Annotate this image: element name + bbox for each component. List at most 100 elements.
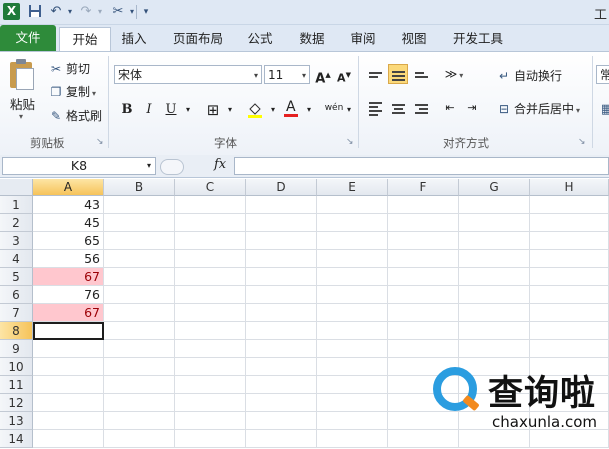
cell-d10[interactable] (246, 358, 317, 376)
format-painter-button[interactable]: ✎ 格式刷 (48, 107, 102, 125)
number-format-combo[interactable]: 常 (596, 65, 609, 84)
merge-dropdown-icon[interactable]: ▾ (576, 106, 580, 115)
row-header-4[interactable]: 4 (0, 250, 33, 268)
tab-developer[interactable]: 开发工具 (446, 27, 510, 51)
column-header-g[interactable]: G (459, 179, 530, 196)
cell-e6[interactable] (317, 286, 388, 304)
tab-view[interactable]: 视图 (394, 27, 434, 51)
align-center-button[interactable] (388, 98, 408, 118)
undo-dropdown-icon[interactable]: ▾ (62, 4, 78, 20)
align-middle-button[interactable] (388, 64, 408, 84)
name-box-dropdown-icon[interactable]: ▾ (147, 158, 151, 174)
tab-review[interactable]: 审阅 (343, 27, 383, 51)
fill-color-icon[interactable] (246, 100, 264, 118)
cell-h2[interactable] (530, 214, 609, 232)
cell-c9[interactable] (175, 340, 246, 358)
cell-f6[interactable] (388, 286, 459, 304)
cell-b11[interactable] (104, 376, 175, 394)
cell-a1[interactable]: 43 (33, 196, 104, 214)
customize-qat-icon[interactable]: ▾ (138, 4, 154, 20)
paste-icon[interactable] (8, 58, 36, 90)
cell-a12[interactable] (33, 394, 104, 412)
cell-a6[interactable]: 76 (33, 286, 104, 304)
cell-g7[interactable] (459, 304, 530, 322)
insert-function-icon[interactable]: fx (214, 157, 226, 172)
row-header-5[interactable]: 5 (0, 268, 33, 286)
bold-button[interactable]: B (118, 101, 136, 119)
copy-button[interactable]: ❐ 复制 ▾ (48, 83, 96, 101)
cell-b6[interactable] (104, 286, 175, 304)
redo-dropdown-icon[interactable]: ▾ (92, 4, 108, 20)
cell-d1[interactable] (246, 196, 317, 214)
row-header-10[interactable]: 10 (0, 358, 33, 376)
cell-g9[interactable] (459, 340, 530, 358)
row-header-3[interactable]: 3 (0, 232, 33, 250)
cell-f3[interactable] (388, 232, 459, 250)
cell-a7[interactable]: 67 (33, 304, 104, 322)
cell-e1[interactable] (317, 196, 388, 214)
cell-c2[interactable] (175, 214, 246, 232)
row-header-12[interactable]: 12 (0, 394, 33, 412)
column-header-h[interactable]: H (530, 179, 609, 196)
formula-input[interactable] (234, 157, 609, 175)
cell-d3[interactable] (246, 232, 317, 250)
alignment-launcher-icon[interactable]: ↘ (578, 138, 587, 147)
borders-dropdown-icon[interactable]: ▾ (221, 101, 239, 119)
cell-e11[interactable] (317, 376, 388, 394)
cell-b5[interactable] (104, 268, 175, 286)
formula-bar-grip[interactable] (160, 159, 184, 175)
cell-c10[interactable] (175, 358, 246, 376)
cell-c6[interactable] (175, 286, 246, 304)
cell-d14[interactable] (246, 430, 317, 448)
cell-a10[interactable] (33, 358, 104, 376)
font-name-combo[interactable]: 宋体 ▾ (114, 65, 262, 84)
cell-d6[interactable] (246, 286, 317, 304)
cell-b4[interactable] (104, 250, 175, 268)
cell-h3[interactable] (530, 232, 609, 250)
align-right-button[interactable] (411, 98, 431, 118)
align-bottom-button[interactable] (411, 64, 431, 84)
cell-e7[interactable] (317, 304, 388, 322)
cell-c11[interactable] (175, 376, 246, 394)
cell-d8[interactable] (246, 322, 317, 340)
cell-c5[interactable] (175, 268, 246, 286)
cell-e5[interactable] (317, 268, 388, 286)
column-header-b[interactable]: B (104, 179, 175, 196)
cell-b2[interactable] (104, 214, 175, 232)
grow-font-button[interactable]: A▲ (314, 66, 332, 86)
column-header-c[interactable]: C (175, 179, 246, 196)
row-header-7[interactable]: 7 (0, 304, 33, 322)
cell-f9[interactable] (388, 340, 459, 358)
tab-file[interactable]: 文件 (0, 25, 56, 51)
tab-data[interactable]: 数据 (292, 27, 332, 51)
phonetic-dropdown-icon[interactable]: ▾ (340, 101, 358, 119)
cell-f7[interactable] (388, 304, 459, 322)
font-size-dropdown-icon[interactable]: ▾ (302, 66, 306, 85)
cell-f2[interactable] (388, 214, 459, 232)
clipboard-launcher-icon[interactable]: ↘ (96, 138, 105, 147)
cell-g8[interactable] (459, 322, 530, 340)
cell-e2[interactable] (317, 214, 388, 232)
paste-dropdown-icon[interactable]: ▾ (19, 112, 23, 121)
cell-h9[interactable] (530, 340, 609, 358)
row-header-14[interactable]: 14 (0, 430, 33, 448)
cell-h5[interactable] (530, 268, 609, 286)
align-top-button[interactable] (365, 64, 385, 84)
cell-a8[interactable] (33, 322, 104, 340)
name-box[interactable]: K8 ▾ (2, 157, 156, 175)
tab-insert[interactable]: 插入 (114, 27, 154, 51)
cell-f8[interactable] (388, 322, 459, 340)
fill-color-dropdown-icon[interactable]: ▾ (264, 101, 282, 119)
cell-d13[interactable] (246, 412, 317, 430)
cell-g5[interactable] (459, 268, 530, 286)
cell-e14[interactable] (317, 430, 388, 448)
row-header-2[interactable]: 2 (0, 214, 33, 232)
cell-c4[interactable] (175, 250, 246, 268)
font-name-dropdown-icon[interactable]: ▾ (254, 66, 258, 85)
orientation-icon[interactable]: ≫ ▾ (444, 64, 464, 84)
underline-button[interactable]: U (162, 101, 180, 119)
cell-b13[interactable] (104, 412, 175, 430)
cell-f1[interactable] (388, 196, 459, 214)
decrease-indent-icon[interactable]: ⇤ (440, 98, 460, 118)
cell-b1[interactable] (104, 196, 175, 214)
